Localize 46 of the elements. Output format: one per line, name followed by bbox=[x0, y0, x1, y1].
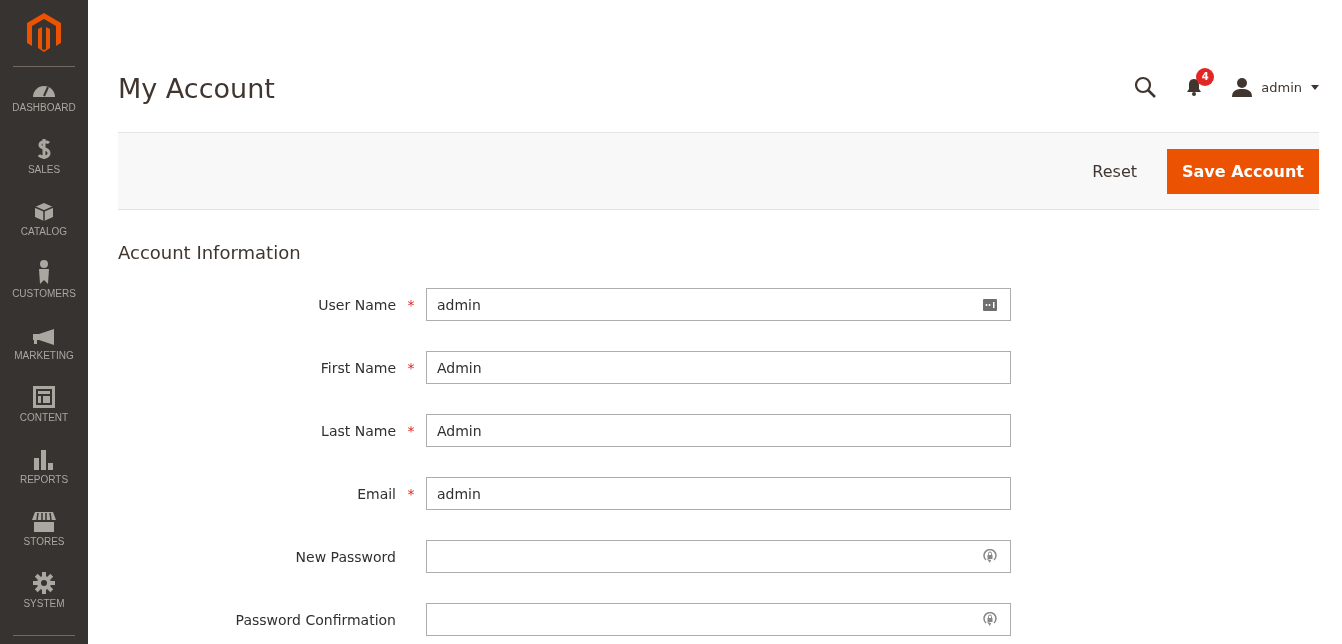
required-mark: * bbox=[406, 359, 416, 376]
nav-item[interactable]: DASHBOARD bbox=[0, 67, 88, 129]
nav-item[interactable]: SALES bbox=[0, 129, 88, 191]
storefront-icon bbox=[32, 512, 56, 532]
nav-item[interactable]: STORES bbox=[0, 501, 88, 563]
box-icon bbox=[34, 202, 54, 222]
lock-refresh-icon[interactable] bbox=[983, 548, 997, 565]
required-mark: * bbox=[406, 422, 416, 439]
nav-item[interactable]: SYSTEM bbox=[0, 563, 88, 625]
field-label: New Password bbox=[294, 548, 396, 565]
caret-icon bbox=[1311, 84, 1319, 90]
field-label: First Name bbox=[319, 359, 396, 376]
dollar-icon bbox=[37, 138, 51, 160]
section-title: Account Information bbox=[118, 242, 302, 263]
nav-item[interactable]: CATALOG bbox=[0, 191, 88, 253]
nav-item[interactable]: CUSTOMERS bbox=[0, 253, 88, 315]
megaphone-icon bbox=[32, 328, 56, 346]
lock-refresh-icon[interactable] bbox=[983, 611, 997, 628]
required-mark: * bbox=[406, 485, 416, 502]
nav-item[interactable]: MARKETING bbox=[0, 315, 88, 377]
search-button[interactable] bbox=[1134, 76, 1157, 98]
notifications-button[interactable] bbox=[1186, 78, 1203, 96]
input-field[interactable] bbox=[426, 603, 1011, 636]
person-icon bbox=[37, 260, 51, 284]
user-icon bbox=[1232, 77, 1253, 97]
nav-item[interactable]: CONTENT bbox=[0, 377, 88, 439]
page-title: My Account bbox=[118, 72, 276, 104]
input-field[interactable]: admin bbox=[426, 477, 1011, 510]
input-field[interactable]: Admin bbox=[426, 414, 1011, 447]
input-field[interactable] bbox=[426, 540, 1011, 573]
input-field[interactable]: Admin bbox=[426, 351, 1011, 384]
nav-item[interactable]: REPORTS bbox=[0, 439, 88, 501]
field-label: Last Name bbox=[320, 422, 396, 439]
input-field[interactable]: admin bbox=[426, 288, 1011, 321]
save-button[interactable]: Save Account bbox=[1167, 148, 1319, 194]
required-mark: * bbox=[406, 296, 416, 313]
field-label: Email bbox=[356, 485, 396, 502]
logo-icon[interactable] bbox=[27, 13, 61, 53]
layout-icon bbox=[33, 386, 55, 408]
user-menu[interactable]: admin bbox=[1232, 77, 1319, 97]
field-label: User Name bbox=[317, 296, 396, 313]
bar-chart-icon bbox=[34, 450, 54, 470]
gear-icon bbox=[33, 572, 55, 594]
field-label: Password Confirmation bbox=[234, 611, 396, 628]
notification-count: 4 bbox=[1196, 68, 1215, 86]
reset-button[interactable]: Reset bbox=[1092, 161, 1138, 181]
